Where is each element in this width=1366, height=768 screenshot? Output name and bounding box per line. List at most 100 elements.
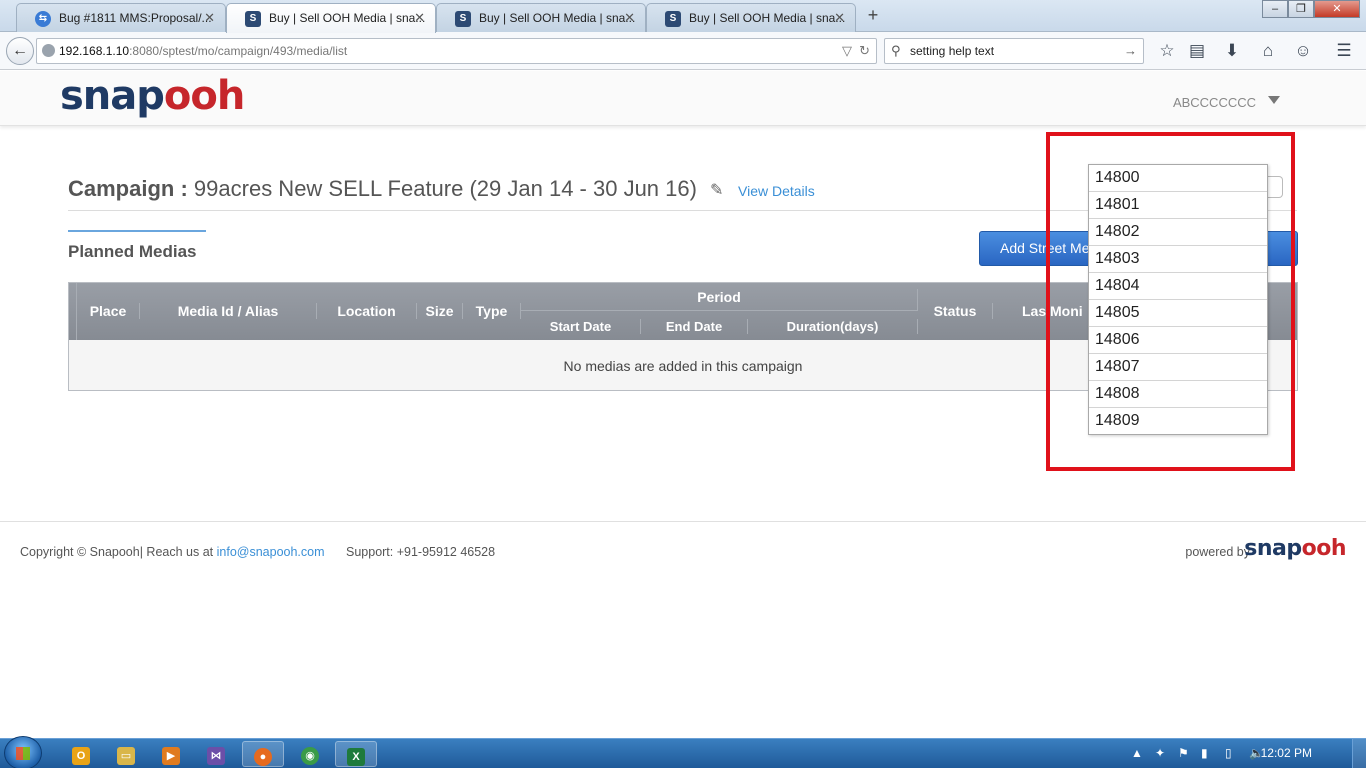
- restore-window-icon[interactable]: ❐: [1288, 0, 1314, 18]
- footer-snapooh-logo[interactable]: snapooh: [1244, 536, 1346, 561]
- search-go-arrow-icon[interactable]: →: [1124, 39, 1137, 63]
- windows-start-icon[interactable]: [4, 736, 42, 768]
- dropdown-option[interactable]: 14807: [1089, 354, 1267, 381]
- search-input-value: setting help text: [910, 44, 995, 58]
- campaign-name: 99acres New SELL Feature (29 Jan 14 - 30…: [193, 176, 697, 201]
- close-window-icon[interactable]: ✕: [1314, 0, 1360, 18]
- dropdown-option[interactable]: 14804: [1089, 273, 1267, 300]
- add-button-label: Add Street Me: [1000, 240, 1090, 256]
- th-place[interactable]: Place: [77, 303, 140, 319]
- site-footer: Copyright © Snapooh| Reach us at info@sn…: [0, 521, 1366, 583]
- logo-text-ooh: ooh: [1301, 536, 1347, 561]
- browser-nav-bar: ← 192.168.1.10:8080/sptest/mo/campaign/4…: [0, 32, 1366, 70]
- back-arrow-icon[interactable]: ←: [6, 37, 34, 65]
- th-end-date[interactable]: End Date: [641, 319, 748, 334]
- tray-expand-icon[interactable]: ▲: [1131, 746, 1143, 760]
- dropdown-option[interactable]: 14803: [1089, 246, 1267, 273]
- snapooh-favicon-icon: S: [665, 11, 681, 27]
- windows-taskbar: O ▭ ▶ ⋈ ● ◉ X ▲ ✦ ⚑ ▮ ▯ 🔈 12:02 PM: [0, 736, 1366, 768]
- hamburger-menu-icon[interactable]: ☰: [1333, 40, 1355, 62]
- home-icon[interactable]: ⌂: [1257, 40, 1279, 62]
- globe-icon: [42, 44, 55, 57]
- th-duration[interactable]: Duration(days): [748, 319, 918, 334]
- tab-title: Buy | Sell OOH Media | sna...: [269, 11, 426, 25]
- show-desktop-button[interactable]: [1352, 739, 1366, 768]
- bookmark-star-icon[interactable]: ☆: [1156, 40, 1178, 62]
- th-start-date[interactable]: Start Date: [521, 319, 641, 334]
- close-tab-icon[interactable]: ✕: [204, 10, 215, 26]
- excel-icon[interactable]: X: [335, 741, 377, 767]
- autocomplete-dropdown: 14800 14801 14802 14803 14804 14805 1480…: [1088, 164, 1268, 435]
- search-icon: ⚲: [891, 43, 901, 58]
- chat-smiley-icon[interactable]: ☺: [1292, 40, 1314, 62]
- close-tab-icon[interactable]: ✕: [414, 10, 425, 26]
- th-size[interactable]: Size: [417, 303, 463, 319]
- visual-studio-icon[interactable]: ⋈: [195, 741, 237, 767]
- user-menu-name[interactable]: ABCCCCCCC: [1173, 95, 1256, 110]
- battery-icon[interactable]: ▯: [1225, 746, 1232, 760]
- tab-title: Buy | Sell OOH Media | sna...: [689, 11, 846, 25]
- taskbar-clock[interactable]: 12:02 PM: [1261, 746, 1312, 760]
- browser-tab-active[interactable]: S Buy | Sell OOH Media | sna... ✕: [226, 3, 436, 33]
- snapooh-favicon-icon: S: [455, 11, 471, 27]
- dropdown-option[interactable]: 14800: [1089, 165, 1267, 192]
- browser-search-box[interactable]: ⚲ setting help text →: [884, 38, 1144, 64]
- footer-copyright: Copyright © Snapooh| Reach us at info@sn…: [20, 545, 325, 559]
- campaign-label: Campaign :: [68, 176, 188, 201]
- th-type[interactable]: Type: [463, 303, 521, 319]
- dropdown-arrow-icon[interactable]: ▽: [842, 39, 852, 63]
- bug-tracker-favicon-icon: ⇆: [35, 11, 51, 27]
- snapooh-favicon-icon: S: [245, 11, 261, 27]
- url-host: 192.168.1.10: [59, 44, 130, 58]
- tray-app-icon[interactable]: ✦: [1155, 746, 1165, 760]
- dropdown-option[interactable]: 14805: [1089, 300, 1267, 327]
- url-bar[interactable]: 192.168.1.10:8080/sptest/mo/campaign/493…: [36, 38, 877, 64]
- browser-tab-3[interactable]: S Buy | Sell OOH Media | sna... ✕: [436, 3, 646, 32]
- pencil-edit-icon[interactable]: ✎: [710, 180, 723, 200]
- th-location[interactable]: Location: [317, 303, 417, 319]
- logo-text-snap: snap: [1244, 536, 1302, 561]
- signal-bars-icon[interactable]: ▮: [1201, 746, 1208, 760]
- dropdown-option[interactable]: 14802: [1089, 219, 1267, 246]
- section-title: Planned Medias: [68, 242, 197, 261]
- chrome-icon[interactable]: ◉: [289, 741, 331, 767]
- dropdown-option[interactable]: 14801: [1089, 192, 1267, 219]
- page-title: Campaign : 99acres New SELL Feature (29 …: [68, 176, 697, 202]
- download-arrow-icon[interactable]: ⬇: [1221, 40, 1243, 62]
- browser-tab-bug[interactable]: ⇆ Bug #1811 MMS:Proposal/... ✕: [16, 3, 226, 32]
- file-explorer-icon[interactable]: ▭: [105, 741, 147, 767]
- contact-email-link[interactable]: info@snapooh.com: [217, 545, 325, 559]
- section-tab-accent: [68, 230, 206, 232]
- network-icon[interactable]: ⚑: [1178, 746, 1189, 760]
- outlook-app-icon[interactable]: O: [60, 741, 102, 767]
- close-tab-icon[interactable]: ✕: [624, 10, 635, 26]
- logo-text-ooh: ooh: [163, 73, 245, 119]
- th-status[interactable]: Status: [918, 303, 993, 319]
- powered-by-text: powered by: [1185, 545, 1250, 559]
- media-player-icon[interactable]: ▶: [150, 741, 192, 767]
- tab-title: Buy | Sell OOH Media | sna...: [479, 11, 636, 25]
- header-spacer: [69, 283, 77, 340]
- reading-list-icon[interactable]: ▤: [1186, 40, 1208, 62]
- url-path: :8080/sptest/mo/campaign/493/media/list: [129, 44, 348, 58]
- logo-text-snap: snap: [60, 73, 165, 119]
- th-media-id[interactable]: Media Id / Alias: [140, 303, 317, 319]
- close-tab-icon[interactable]: ✕: [834, 10, 845, 26]
- site-header: snapooh ABCCCCCCC: [0, 71, 1366, 126]
- dropdown-option[interactable]: 14806: [1089, 327, 1267, 354]
- tab-title: Bug #1811 MMS:Proposal/...: [59, 11, 212, 25]
- caret-down-icon[interactable]: [1268, 96, 1280, 104]
- support-phone: Support: +91-95912 46528: [346, 545, 496, 559]
- view-details-link[interactable]: View Details: [738, 183, 815, 199]
- minimize-window-icon[interactable]: –: [1262, 0, 1288, 18]
- copyright-text: Copyright © Snapooh| Reach us at: [20, 545, 214, 559]
- reload-icon[interactable]: ↻: [859, 39, 870, 63]
- firefox-icon[interactable]: ●: [242, 741, 284, 767]
- new-tab-plus-icon[interactable]: +: [862, 5, 884, 27]
- browser-tab-4[interactable]: S Buy | Sell OOH Media | sna... ✕: [646, 3, 856, 32]
- dropdown-option[interactable]: 14808: [1089, 381, 1267, 408]
- browser-tab-strip: ⇆ Bug #1811 MMS:Proposal/... ✕ S Buy | S…: [0, 0, 1366, 33]
- dropdown-option[interactable]: 14809: [1089, 408, 1267, 435]
- snapooh-logo[interactable]: snapooh: [60, 73, 245, 119]
- th-period: Period: [521, 289, 918, 311]
